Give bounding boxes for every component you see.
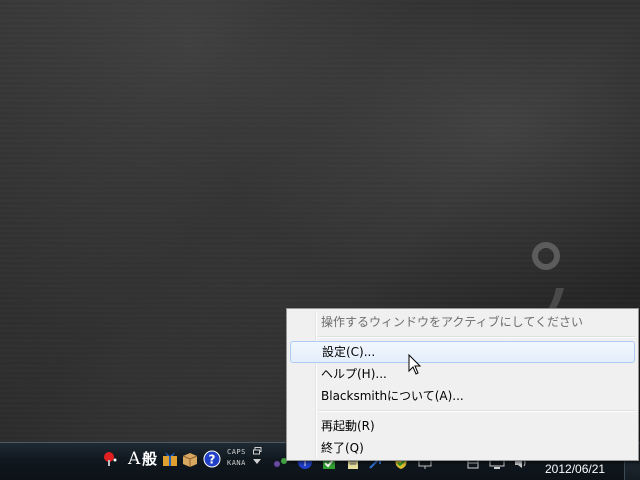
dropdown-icon[interactable]	[252, 457, 262, 467]
mouse-cursor-icon	[408, 354, 422, 375]
ime-mode-indicator[interactable]: A	[128, 449, 140, 469]
package-icon[interactable]	[181, 450, 199, 468]
wallpaper-logo	[532, 242, 564, 318]
ime-conversion-indicator[interactable]: 般	[142, 449, 157, 469]
menu-item-about[interactable]: Blacksmithについて(A)...	[290, 385, 635, 407]
clock-date[interactable]: 2012/06/21	[545, 462, 605, 476]
menu-separator	[318, 336, 635, 338]
caps-indicator: CAPS	[227, 448, 246, 456]
menu-separator	[318, 410, 635, 412]
menu-item-restart[interactable]: 再起動(R)	[290, 415, 635, 437]
lock-status: CAPS KANA	[227, 447, 246, 469]
gift-icon[interactable]	[161, 450, 179, 468]
restore-icon[interactable]	[252, 446, 262, 456]
menu-item-help[interactable]: ヘルプ(H)...	[290, 363, 635, 385]
tray-context-menu: 操作するウィンドウをアクティブにしてください 設定(C)... ヘルプ(H)..…	[286, 308, 639, 461]
menu-item-exit[interactable]: 終了(Q)	[290, 437, 635, 459]
menu-item-activate-hint: 操作するウィンドウをアクティブにしてください	[321, 315, 583, 329]
svg-text:?: ?	[209, 453, 216, 467]
pin-icon[interactable]	[101, 450, 119, 468]
kana-indicator: KANA	[227, 459, 246, 467]
help-icon[interactable]: ?	[203, 450, 221, 468]
menu-item-settings[interactable]: 設定(C)...	[290, 341, 635, 363]
